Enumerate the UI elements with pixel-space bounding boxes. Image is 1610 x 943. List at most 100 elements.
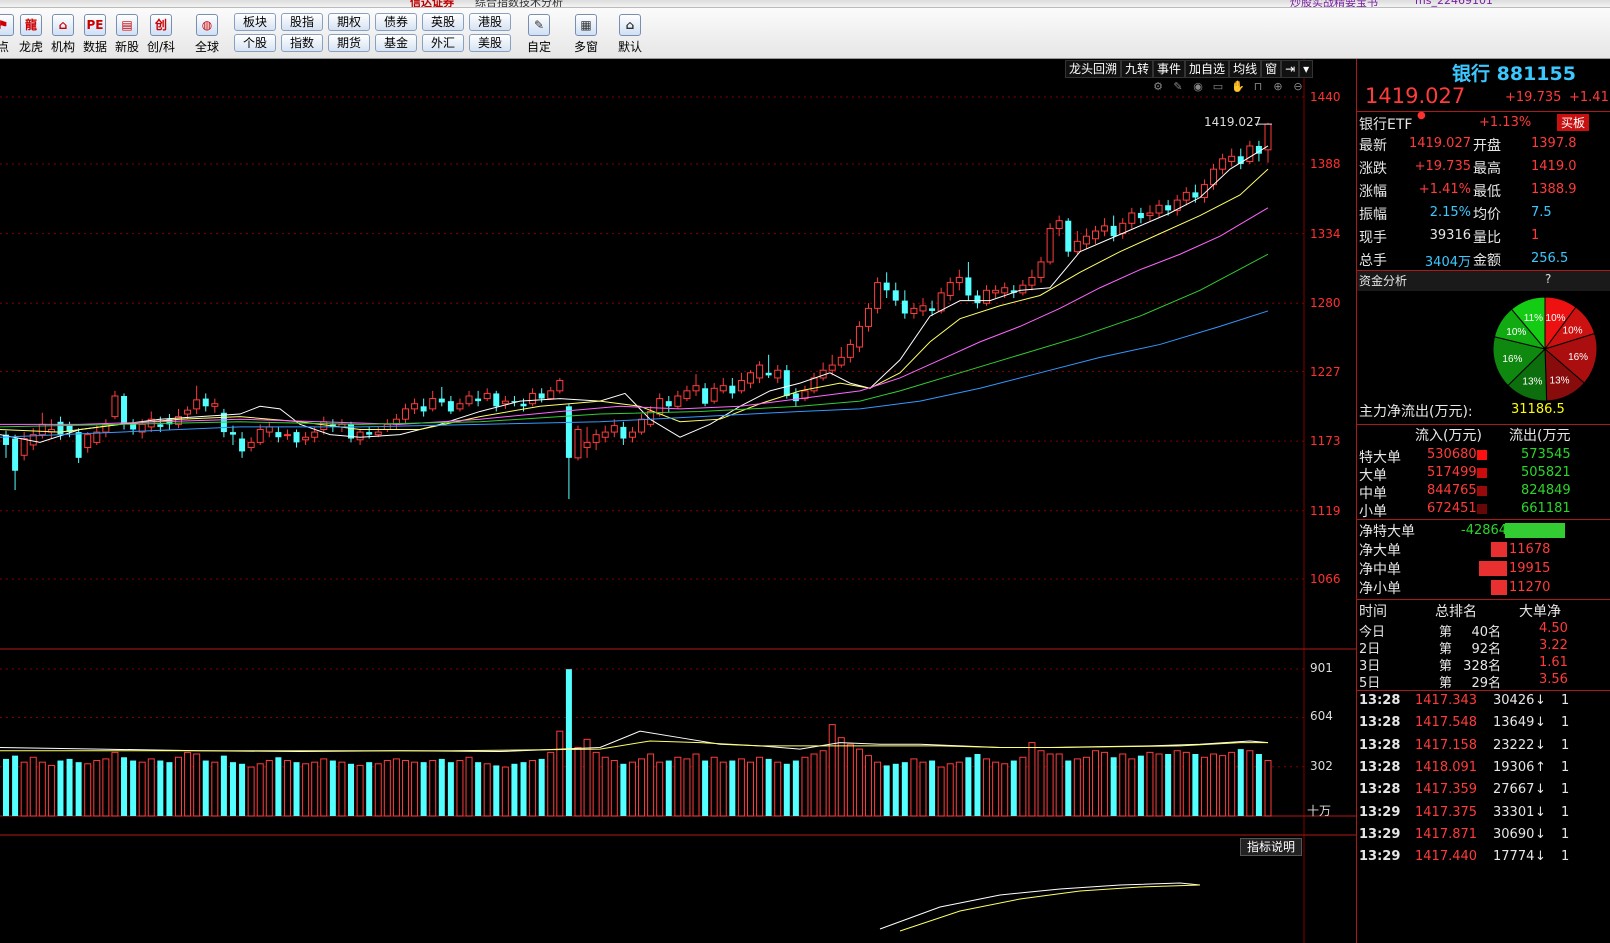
flow-out-value: 824849 xyxy=(1521,483,1571,498)
volume-bar xyxy=(1210,753,1218,817)
market-pill-bottom-5[interactable]: 美股 xyxy=(469,34,511,52)
volume-tick-label: 302 xyxy=(1310,758,1333,773)
trash-icon[interactable]: ▭ xyxy=(1210,80,1226,94)
market-pill-top-4[interactable]: 英股 xyxy=(422,13,464,31)
rank-value: 29名 xyxy=(1471,676,1501,691)
etf-row[interactable]: 银行ETF ● +1.13% 买板 xyxy=(1357,110,1610,134)
fund-title: 资金分析 xyxy=(1359,274,1408,288)
candle-body xyxy=(846,343,854,358)
zoom-out-icon[interactable]: ⊖ xyxy=(1290,80,1306,94)
market-pill-bottom-0[interactable]: 个股 xyxy=(234,34,276,52)
market-pill-top-0[interactable]: 板块 xyxy=(234,13,276,31)
flow-out-value: 505821 xyxy=(1521,465,1571,480)
volume-bar xyxy=(38,761,46,817)
volume-ma10-line xyxy=(0,740,1268,752)
home-icon: ⌂ xyxy=(619,14,641,36)
net-row: 净特大单 -42864 xyxy=(1357,521,1610,540)
volume-bar xyxy=(1246,750,1254,817)
indicator-help-button[interactable]: 指标说明 xyxy=(1240,838,1303,856)
pencil-icon[interactable]: ✎ xyxy=(1170,80,1186,94)
volume-bar xyxy=(883,765,890,816)
price-change: +19.735 xyxy=(1505,90,1562,105)
settings-icon[interactable]: ⚙ xyxy=(1150,80,1166,94)
candle-body xyxy=(401,408,409,420)
candle-body xyxy=(1155,204,1163,214)
toolbar-chuang-button[interactable]: 创 创/科 xyxy=(144,12,178,58)
quote-value: 256.5 xyxy=(1531,251,1569,266)
market-pill-top-5[interactable]: 港股 xyxy=(469,13,511,31)
volume-bar xyxy=(1255,754,1262,816)
etf-pct: +1.13% xyxy=(1479,115,1532,130)
market-pill-bottom-4[interactable]: 外汇 xyxy=(422,34,464,52)
chart-tab-0[interactable]: 龙头回溯 xyxy=(1065,60,1122,78)
toolbar-button-label: 数据 xyxy=(82,40,107,54)
net-bar xyxy=(1490,542,1507,557)
candle-body xyxy=(965,277,972,296)
quote-label: 最低 xyxy=(1473,184,1501,200)
kline-chart[interactable] xyxy=(0,59,1356,943)
market-pill-bottom-1[interactable]: 指数 xyxy=(281,34,323,52)
document-icon: ▤ xyxy=(116,14,138,36)
chart-tab-1[interactable]: 九转 xyxy=(1121,60,1154,78)
tick-row: 13:28 1417.548 13649 ↓ 1 xyxy=(1357,715,1610,737)
toolbar-button-label: 龙虎 xyxy=(18,40,43,54)
toolbar-bank-button[interactable]: ⌂ 机构 xyxy=(46,12,80,58)
kline-chart-area[interactable]: 龙头回溯 九转 事件 加自选 均线窗 ⇥ ▾ ⚙ ✎ ◉ ▭ ✋ ⊓ ⊕ ⊖ 1419.02… xyxy=(0,59,1356,943)
toolbar-home-button[interactable]: ⌂ 默认 xyxy=(610,12,650,58)
toolbar-pe-button[interactable]: PE 数据 xyxy=(78,12,112,58)
market-pill-top-1[interactable]: 股指 xyxy=(281,13,323,31)
toolbar-button-label: 默认 xyxy=(617,40,642,54)
user-account[interactable]: ms_22469101 xyxy=(1415,0,1493,7)
etf-buy-button[interactable]: 买板 xyxy=(1557,114,1590,131)
chart-tab-4[interactable]: 均线 xyxy=(1229,60,1262,78)
volume-bar xyxy=(919,761,927,817)
toolbar-button-label: 创/科 xyxy=(146,40,176,54)
quote-label: 量比 xyxy=(1473,230,1501,246)
net-row-value: 11678 xyxy=(1509,542,1551,557)
candle-body xyxy=(946,282,954,296)
volume-bar xyxy=(529,760,537,817)
expand-icon[interactable]: ⇥ xyxy=(1281,60,1300,78)
candle-body xyxy=(674,395,682,407)
chart-tab-2[interactable]: 事件 xyxy=(1153,60,1186,78)
market-pill-bottom-3[interactable]: 基金 xyxy=(375,34,417,52)
chuang-icon: 创 xyxy=(150,14,172,36)
ma5-line xyxy=(0,145,1269,443)
lock-icon[interactable]: ⊓ xyxy=(1250,80,1266,94)
toolbar-dragon-button[interactable]: 龍 龙虎 xyxy=(14,12,48,58)
eye-icon[interactable]: ◉ xyxy=(1190,80,1206,94)
toolbar-button-label: 多窗 xyxy=(573,40,598,54)
market-pill-top-2[interactable]: 期权 xyxy=(328,13,370,31)
hand-icon[interactable]: ✋ xyxy=(1230,80,1246,94)
zoom-in-icon[interactable]: ⊕ xyxy=(1270,80,1286,94)
toolbar-globe-button[interactable]: ◍ 全球 xyxy=(190,12,224,58)
promo-link[interactable]: 炒股实战精要宝书 xyxy=(1290,0,1378,7)
candle-body xyxy=(57,421,64,435)
toolbar-document-button[interactable]: ▤ 新股 xyxy=(110,12,144,58)
window-title: 综合指数技术分析 xyxy=(475,0,563,8)
market-pill-bottom-2[interactable]: 期货 xyxy=(328,34,370,52)
toolbar-edit-button[interactable]: ✎ 自定 xyxy=(519,12,559,58)
candle-body xyxy=(529,392,537,405)
net-row-label: 净特大单 xyxy=(1359,524,1415,540)
tick-volume: 30690 xyxy=(1493,826,1535,842)
volume-bar xyxy=(674,756,682,817)
volume-bar xyxy=(601,756,609,817)
chevron-down-icon[interactable]: ▾ xyxy=(1299,60,1314,78)
quote-value: 1397.8 xyxy=(1531,136,1577,151)
toolbar-grid-button[interactable]: ▦ 多窗 xyxy=(566,12,606,58)
volume-bar xyxy=(1264,760,1272,817)
volume-bar xyxy=(175,756,183,817)
chart-tab-5[interactable]: 窗 xyxy=(1261,60,1282,78)
quote-row: 现手 39316 量比 1 xyxy=(1357,227,1610,249)
tick-direction: ↓ xyxy=(1535,804,1546,820)
volume-bar xyxy=(547,751,555,817)
volume-bar xyxy=(1073,758,1081,817)
chart-tab-3[interactable]: 加自选 xyxy=(1185,60,1230,78)
volume-bar xyxy=(828,724,836,817)
help-icon[interactable]: ? xyxy=(1545,272,1551,286)
tick-time: 13:28 xyxy=(1359,715,1401,731)
candle-body xyxy=(75,432,82,458)
market-pill-top-3[interactable]: 债券 xyxy=(375,13,417,31)
tick-price: 1417.158 xyxy=(1415,737,1478,753)
